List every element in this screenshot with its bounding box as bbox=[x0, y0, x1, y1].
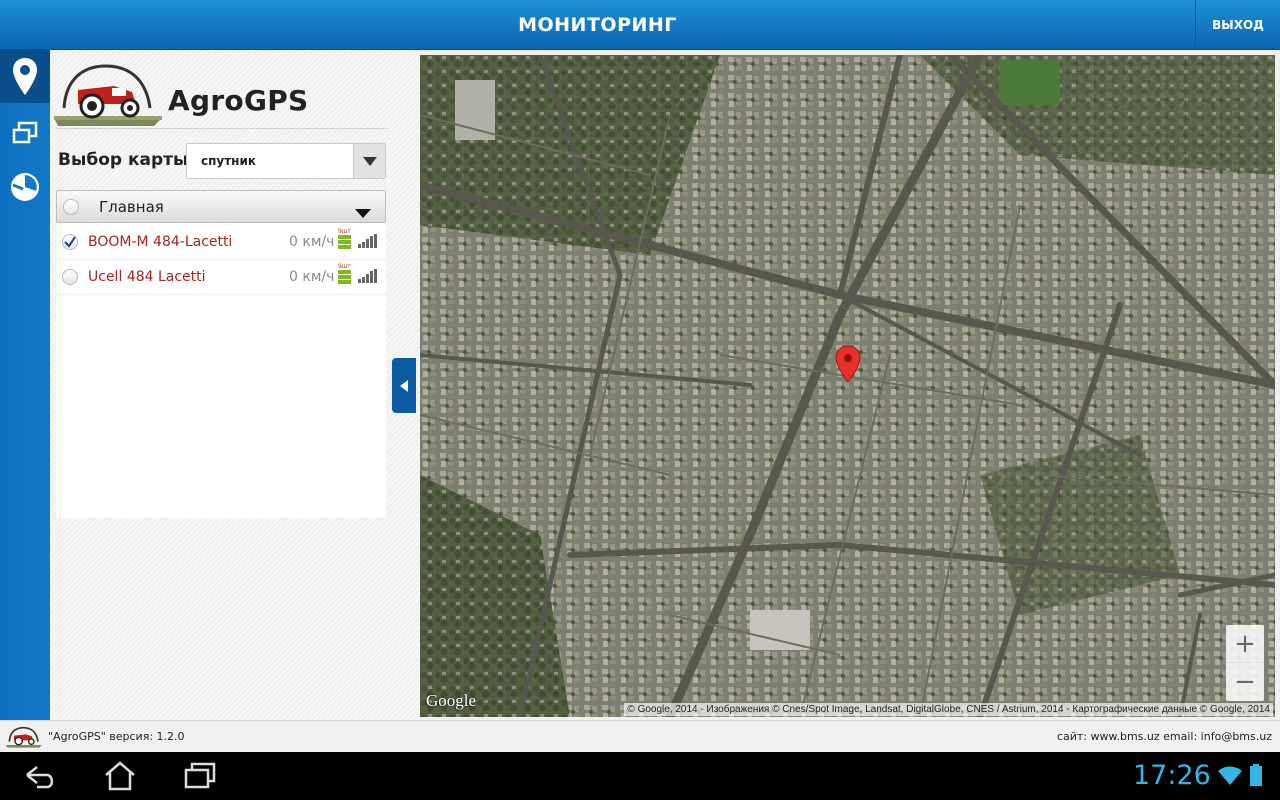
contact-text: сайт: www.bms.uz email: info@bms.uz bbox=[1056, 730, 1272, 743]
divider bbox=[56, 128, 388, 129]
side-nav bbox=[0, 50, 50, 720]
status-clock: 17:26 bbox=[1133, 760, 1211, 791]
left-panel: AgroGPS Выбор карты: спутник Главная BOO… bbox=[50, 50, 420, 720]
map-select-label: Выбор карты: bbox=[58, 150, 196, 170]
vehicle-name: BOOM-M 484-Lacetti bbox=[88, 234, 233, 250]
vehicle-list: Главная BOOM-M 484-Lacetti 0 км/ч 9шт Uc… bbox=[56, 190, 386, 518]
group-radio[interactable] bbox=[63, 199, 79, 215]
vehicle-name: Ucell 484 Lacetti bbox=[88, 269, 206, 285]
map-type-value: спутник bbox=[201, 154, 257, 168]
signal-strength-icon bbox=[358, 234, 377, 248]
triangle-down-icon[interactable] bbox=[355, 203, 371, 222]
check-icon bbox=[64, 236, 76, 248]
exit-button[interactable]: ВЫХОД bbox=[1195, 0, 1280, 50]
chevron-left-icon bbox=[400, 379, 408, 392]
app-footer: "AgroGPS" версия: 1.2.0 сайт: www.bms.uz… bbox=[0, 720, 1280, 752]
home-icon bbox=[105, 761, 135, 791]
chevron-down-icon bbox=[353, 144, 385, 178]
recent-apps-icon bbox=[184, 762, 216, 789]
map-pin-icon bbox=[13, 57, 37, 95]
nav-reports[interactable] bbox=[0, 160, 50, 213]
wifi-icon bbox=[1218, 766, 1242, 785]
system-nav-bar: 17:26 bbox=[0, 752, 1280, 800]
vehicle-checkbox[interactable] bbox=[62, 234, 78, 250]
version-text: "AgroGPS" версия: 1.2.0 bbox=[48, 730, 185, 743]
page-title: МОНИТОРИНГ bbox=[518, 14, 677, 36]
zoom-out-button[interactable]: − bbox=[1226, 663, 1264, 701]
top-bar: МОНИТОРИНГ ВЫХОД bbox=[0, 0, 1280, 50]
collapse-panel-button[interactable] bbox=[392, 358, 416, 413]
group-name: Главная bbox=[99, 198, 164, 216]
app-logo: AgroGPS bbox=[54, 60, 394, 130]
windows-icon bbox=[12, 121, 38, 143]
back-arrow-icon bbox=[26, 766, 54, 789]
vehicle-speed: 0 км/ч bbox=[289, 269, 335, 285]
vehicle-row[interactable]: Ucell 484 Lacetti 0 км/ч 9шт bbox=[56, 260, 386, 295]
nav-monitoring[interactable] bbox=[0, 50, 50, 103]
vehicle-checkbox[interactable] bbox=[62, 269, 78, 285]
back-button[interactable] bbox=[20, 758, 60, 794]
home-button[interactable] bbox=[100, 758, 140, 794]
satellite-icon: 9шт bbox=[337, 228, 353, 254]
map-imagery bbox=[420, 55, 1275, 717]
satellite-map[interactable]: + − Google © Google, 2014 - Изображения … bbox=[420, 55, 1275, 717]
vehicle-row[interactable]: BOOM-M 484-Lacetti 0 км/ч 9шт bbox=[56, 225, 386, 260]
group-header[interactable]: Главная bbox=[56, 190, 386, 223]
tractor-logo-small-icon bbox=[6, 726, 42, 748]
app-window: МОНИТОРИНГ ВЫХОД AgroGPS Выбор карты: сп… bbox=[0, 0, 1280, 800]
recent-apps-button[interactable] bbox=[180, 758, 220, 794]
satellite-icon: 9шт bbox=[337, 263, 353, 289]
zoom-in-button[interactable]: + bbox=[1226, 625, 1264, 663]
satellite-count: 9шт bbox=[338, 263, 351, 270]
map-pin-marker-icon[interactable] bbox=[835, 345, 861, 383]
battery-icon bbox=[1250, 764, 1262, 786]
tractor-logo-icon bbox=[54, 64, 162, 126]
nav-windows[interactable] bbox=[0, 106, 50, 159]
signal-strength-icon bbox=[358, 269, 377, 283]
vehicle-speed: 0 км/ч bbox=[289, 234, 335, 250]
map-type-select[interactable]: спутник bbox=[186, 143, 386, 179]
map-attribution: © Google, 2014 - Изображения © Cnes/Spot… bbox=[624, 703, 1273, 716]
google-logo: Google bbox=[426, 691, 477, 710]
satellite-count: 9шт bbox=[338, 228, 351, 235]
brand-name: AgroGPS bbox=[168, 84, 309, 117]
pie-chart-icon bbox=[11, 172, 39, 201]
